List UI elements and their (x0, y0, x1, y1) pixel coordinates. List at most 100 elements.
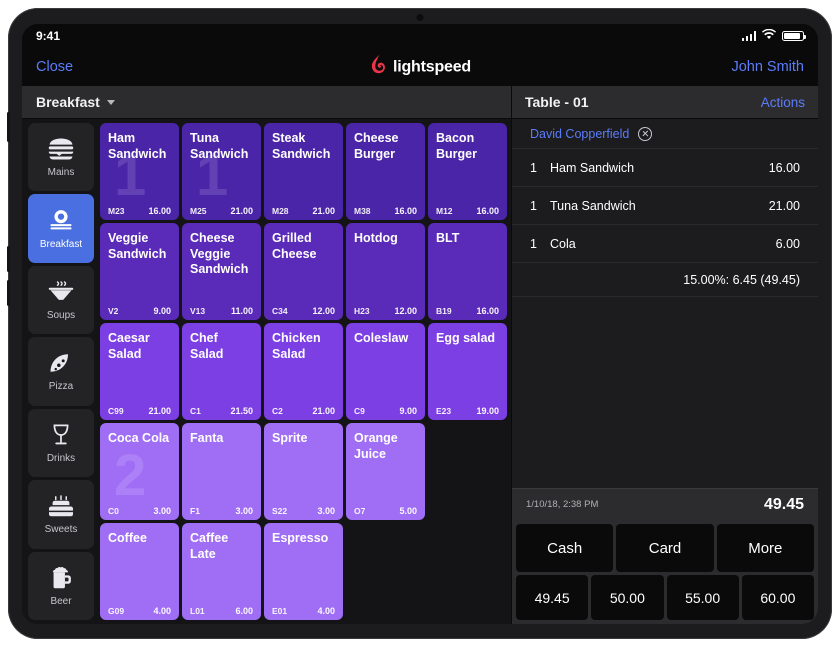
payment-method-button-more[interactable]: More (717, 524, 814, 572)
product-footer: C99.00 (354, 406, 417, 416)
order-total: 49.45 (764, 496, 804, 514)
product-name: Steak Sandwich (272, 131, 335, 162)
product-name: Coffee (108, 531, 171, 547)
product-tile[interactable]: 1Ham SandwichM2316.00 (100, 123, 179, 220)
cake-icon (47, 493, 75, 519)
product-tile[interactable]: Steak Sandwich M2821.00 (264, 123, 343, 220)
product-tile[interactable]: Chef SaladC121.50 (182, 323, 261, 420)
product-tile[interactable]: Chicken SaladC221.00 (264, 323, 343, 420)
volume-up-button[interactable] (7, 246, 10, 272)
product-tile[interactable]: HotdogH2312.00 (346, 223, 425, 320)
product-tile[interactable]: Caffee LateL016.00 (182, 523, 261, 620)
product-tile[interactable]: 1Tuna SandwichM2521.00 (182, 123, 261, 220)
pizza-slice-icon (47, 350, 75, 376)
status-clock: 9:41 (36, 29, 60, 43)
product-tile[interactable]: Sprite S223.00 (264, 423, 343, 520)
egg-pan-icon (47, 208, 75, 234)
product-price: 21.50 (230, 406, 253, 416)
product-footer: M3816.00 (354, 206, 417, 216)
product-tile[interactable]: 2Coca ColaC03.00 (100, 423, 179, 520)
product-price: 16.00 (394, 206, 417, 216)
line-name: Ham Sandwich (550, 161, 769, 175)
quick-amount-button[interactable]: 60.00 (742, 575, 814, 620)
menu-panel: Breakfast Mains Breakfast SoupsPizzaDrinks… (22, 86, 511, 624)
product-code: M25 (190, 206, 207, 216)
front-camera (417, 14, 424, 21)
product-name: Coleslaw (354, 331, 417, 347)
category-label: Breakfast (40, 239, 82, 250)
product-tile[interactable]: Veggie SandwichV29.00 (100, 223, 179, 320)
product-code: L01 (190, 606, 205, 616)
product-price: 9.00 (153, 306, 171, 316)
product-tile[interactable]: EspressoE014.00 (264, 523, 343, 620)
category-item-drinks[interactable]: Drinks (28, 409, 94, 477)
product-price: 3.00 (153, 506, 171, 516)
product-tile[interactable]: FantaF13.00 (182, 423, 261, 520)
payment-method-button-card[interactable]: Card (616, 524, 713, 572)
payment-method-button-cash[interactable]: Cash (516, 524, 613, 572)
actions-button[interactable]: Actions (761, 95, 805, 110)
order-line-item[interactable]: 1Ham Sandwich16.00 (512, 149, 818, 187)
product-footer: V1311.00 (190, 306, 253, 316)
product-tile-empty (346, 523, 425, 620)
product-tile[interactable]: Grilled CheeseC3412.00 (264, 223, 343, 320)
beer-mug-icon (47, 565, 75, 591)
quick-amount-button[interactable]: 50.00 (591, 575, 663, 620)
order-line-item[interactable]: 1Cola6.00 (512, 225, 818, 263)
product-name: Chicken Salad (272, 331, 335, 362)
product-tile[interactable]: Coleslaw C99.00 (346, 323, 425, 420)
tip-row: 15.00%: 6.45 (49.45) (512, 263, 818, 297)
product-tile-empty (428, 423, 507, 520)
customer-name[interactable]: David Copperfield (530, 127, 629, 141)
category-label: Beer (50, 596, 71, 607)
product-footer: E2319.00 (436, 406, 499, 416)
chevron-down-icon (107, 100, 115, 105)
product-tile[interactable]: BLTB1916.00 (428, 223, 507, 320)
category-item-soups[interactable]: Soups (28, 266, 94, 334)
category-label: Mains (48, 167, 75, 178)
line-qty: 1 (530, 237, 550, 251)
product-code: M12 (436, 206, 453, 216)
product-price: 3.00 (235, 506, 253, 516)
category-item-pizza[interactable]: Pizza (28, 337, 94, 405)
product-footer: H2312.00 (354, 306, 417, 316)
product-footer: L016.00 (190, 606, 253, 616)
category-item-beer[interactable]: Beer (28, 552, 94, 620)
menu-selector[interactable]: Breakfast (22, 86, 511, 119)
product-code: V13 (190, 306, 205, 316)
customer-row: David Copperfield (512, 119, 818, 149)
product-tile[interactable]: Cheese Veggie Sandwich V1311.00 (182, 223, 261, 320)
power-button[interactable] (7, 112, 10, 142)
category-item-breakfast[interactable]: Breakfast (28, 194, 94, 262)
remove-customer-icon[interactable] (638, 127, 652, 141)
product-tile[interactable]: Bacon BurgerM1216.00 (428, 123, 507, 220)
product-tile[interactable]: Egg saladE2319.00 (428, 323, 507, 420)
category-item-sweets[interactable]: Sweets (28, 480, 94, 548)
user-menu-button[interactable]: John Smith (731, 59, 804, 75)
status-bar: 9:41 (22, 24, 818, 48)
wifi-icon (762, 29, 776, 43)
category-item-mains[interactable]: Mains (28, 123, 94, 191)
product-tile[interactable]: CoffeeG094.00 (100, 523, 179, 620)
product-code: B19 (436, 306, 452, 316)
product-footer: C121.50 (190, 406, 253, 416)
product-tile[interactable]: Cheese BurgerM3816.00 (346, 123, 425, 220)
product-footer: M2821.00 (272, 206, 335, 216)
product-footer: B1916.00 (436, 306, 499, 316)
product-tile[interactable]: Orange JuiceO75.00 (346, 423, 425, 520)
product-name: Cheese Veggie Sandwich (190, 231, 253, 278)
volume-down-button[interactable] (7, 280, 10, 306)
product-price: 21.00 (230, 206, 253, 216)
quick-amount-button[interactable]: 55.00 (667, 575, 739, 620)
line-price: 6.00 (776, 237, 800, 251)
product-name: Sprite (272, 431, 335, 447)
order-line-item[interactable]: 1Tuna Sandwich21.00 (512, 187, 818, 225)
close-button[interactable]: Close (36, 59, 73, 75)
product-footer: S223.00 (272, 506, 335, 516)
product-footer: V29.00 (108, 306, 171, 316)
product-name: Espresso (272, 531, 335, 547)
screen: 9:41 Close (22, 24, 818, 624)
quick-amount-button[interactable]: 49.45 (516, 575, 588, 620)
product-tile[interactable]: Caesar SaladC9921.00 (100, 323, 179, 420)
burger-icon (47, 136, 75, 162)
